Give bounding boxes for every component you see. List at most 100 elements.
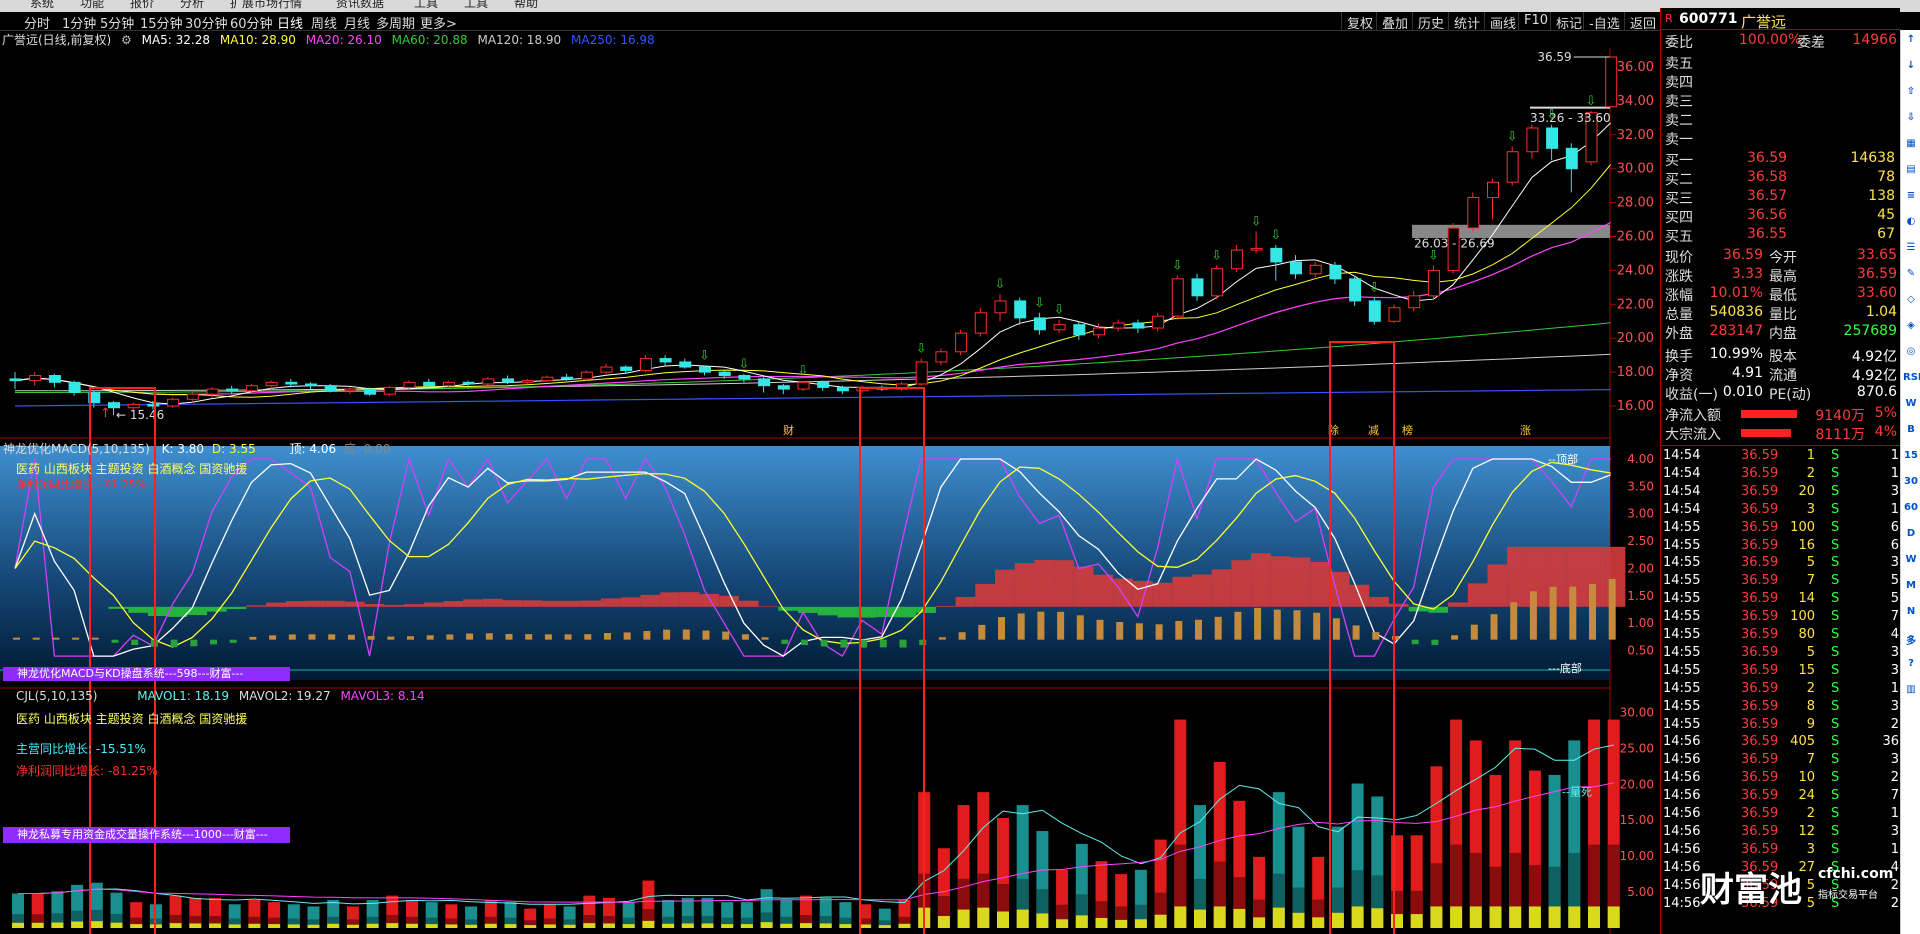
candle[interactable] [9, 378, 22, 382]
period-tab[interactable]: 日线 [277, 13, 303, 32]
side-toolbar-icon[interactable]: ◈ [1903, 320, 1919, 331]
side-toolbar-icon[interactable]: N [1903, 606, 1919, 617]
side-toolbar-icon[interactable]: ◐ [1903, 216, 1919, 227]
candle[interactable] [482, 378, 495, 385]
candle[interactable] [1546, 127, 1559, 149]
candle[interactable] [186, 393, 199, 400]
side-toolbar-icon[interactable]: ◇ [1903, 294, 1919, 305]
candle[interactable] [1605, 56, 1618, 108]
candle[interactable] [245, 385, 258, 392]
settings-icon[interactable]: ⚙ [121, 33, 132, 47]
side-toolbar-icon[interactable]: ↓ [1903, 60, 1919, 71]
candle[interactable] [600, 366, 613, 373]
side-toolbar-icon[interactable]: ≡ [1903, 190, 1919, 201]
candle[interactable] [1368, 300, 1381, 322]
menu-item[interactable]: 资讯数据 [336, 0, 384, 11]
menu-item[interactable]: 功能 [80, 0, 104, 11]
side-toolbar-icon[interactable]: ▦ [1903, 138, 1919, 149]
candle[interactable] [1152, 315, 1165, 329]
side-toolbar-icon[interactable]: ↑ [1903, 34, 1919, 45]
side-toolbar-icon[interactable]: W [1903, 554, 1919, 565]
side-toolbar-icon[interactable]: ▤ [1903, 164, 1919, 175]
side-toolbar-icon[interactable]: ? [1903, 658, 1919, 669]
period-tab[interactable]: 5分钟 [100, 13, 134, 32]
candle[interactable] [521, 380, 534, 383]
candle[interactable] [1033, 317, 1046, 331]
candle[interactable] [994, 300, 1007, 314]
candle[interactable] [718, 371, 731, 377]
candle[interactable] [974, 312, 987, 334]
chart-area[interactable]: 36.00 34.00 32.00 30.00 28.00 26.00 24.00 22.00… [0, 48, 1660, 934]
menu-item[interactable]: 扩展市场行情 [230, 0, 302, 11]
candle[interactable] [797, 381, 810, 390]
candle[interactable] [1112, 322, 1125, 329]
side-toolbar-icon[interactable]: ⇩ [1903, 112, 1919, 123]
candle[interactable] [167, 398, 180, 407]
event-marker[interactable]: 涨 [1520, 424, 1531, 437]
side-toolbar-icon[interactable]: ✎ [1903, 268, 1919, 279]
candle[interactable] [1290, 261, 1302, 275]
candle[interactable] [639, 358, 652, 371]
candle[interactable] [265, 381, 278, 387]
candle[interactable] [758, 378, 771, 387]
candle[interactable] [541, 376, 554, 382]
candle[interactable] [423, 381, 436, 387]
side-toolbar-icon[interactable]: W [1903, 398, 1919, 409]
candle[interactable] [1132, 322, 1145, 329]
period-tab[interactable]: 30分钟 [185, 13, 228, 32]
menu-item[interactable]: 报价 [130, 0, 154, 11]
candle[interactable] [1270, 247, 1283, 263]
candle[interactable] [955, 332, 968, 353]
period-tab[interactable]: 1分钟 [62, 13, 96, 32]
toolbar-button[interactable]: 叠加 [1376, 12, 1413, 32]
side-toolbar-icon[interactable]: D [1903, 528, 1919, 539]
candle[interactable] [305, 383, 317, 387]
toolbar-button[interactable]: 返回 [1624, 12, 1661, 32]
candle[interactable] [1093, 327, 1105, 336]
candle[interactable] [364, 388, 377, 395]
side-toolbar-icon[interactable]: B [1903, 424, 1919, 435]
candle[interactable] [147, 403, 160, 407]
candle[interactable] [442, 381, 455, 387]
toolbar-button[interactable]: 历史 [1412, 12, 1449, 32]
period-tab[interactable]: 分时 [24, 13, 50, 32]
period-tab[interactable]: 更多> [420, 13, 457, 32]
candle[interactable] [462, 381, 475, 385]
period-tab[interactable]: 月线 [344, 13, 370, 32]
candle[interactable] [1230, 249, 1243, 270]
candle[interactable] [1506, 151, 1519, 183]
candle[interactable] [324, 385, 337, 392]
candle[interactable] [817, 381, 830, 388]
toolbar-button[interactable]: 复权 [1341, 12, 1378, 32]
toolbar-button[interactable]: 画线 [1484, 12, 1521, 32]
period-tab[interactable]: 周线 [311, 13, 337, 32]
candle[interactable] [1309, 264, 1322, 275]
candle[interactable] [285, 381, 298, 385]
candle[interactable] [1388, 307, 1401, 322]
side-toolbar-icon[interactable]: 30 [1903, 476, 1919, 487]
menu-item[interactable]: 系统 [30, 0, 54, 11]
toolbar-button[interactable]: 统计 [1448, 12, 1485, 32]
side-toolbar-icon[interactable]: ◎ [1903, 346, 1919, 357]
period-tab[interactable]: 多周期 [376, 13, 415, 32]
candle[interactable] [206, 388, 219, 395]
event-marker[interactable]: 财 [783, 423, 794, 437]
candle[interactable] [383, 386, 396, 395]
side-toolbar-icon[interactable]: 多 [1903, 632, 1919, 647]
candle[interactable] [68, 381, 81, 393]
candle[interactable] [344, 388, 357, 392]
candle[interactable] [659, 358, 672, 363]
candle[interactable] [1427, 269, 1440, 297]
candle[interactable] [1053, 324, 1066, 331]
side-toolbar-icon[interactable]: ▥ [1903, 684, 1919, 695]
candle[interactable] [915, 361, 928, 385]
side-toolbar-icon[interactable]: 60 [1903, 502, 1919, 513]
candle[interactable] [1467, 197, 1480, 229]
side-toolbar-icon[interactable]: RSI [1903, 372, 1920, 383]
candle[interactable] [29, 375, 42, 382]
candle[interactable] [1191, 278, 1204, 297]
menu-item[interactable]: 分析 [180, 0, 204, 11]
candle[interactable] [1408, 295, 1421, 309]
side-toolbar-icon[interactable]: ☰ [1903, 242, 1919, 253]
candle[interactable] [935, 351, 948, 363]
